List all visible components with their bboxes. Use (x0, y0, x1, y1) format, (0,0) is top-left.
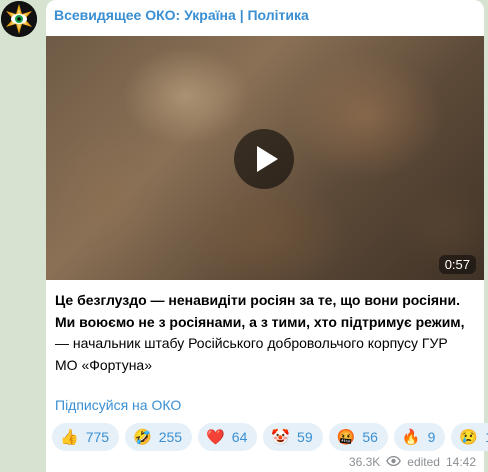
reaction-count: 775 (85, 429, 110, 445)
cursing-face-icon: 🤬 (336, 428, 356, 446)
edited-label: edited (407, 455, 440, 469)
reaction-rofl[interactable]: 🤣 255 (125, 423, 193, 451)
rofl-icon: 🤣 (133, 428, 152, 446)
reaction-count: 56 (362, 429, 378, 445)
channel-name[interactable]: Всевидящее ОКО: Україна | Політика (54, 7, 309, 23)
message-text: Це безглуздо — ненавидіти росіян за те, … (55, 290, 473, 376)
heart-icon: ❤️ (206, 428, 225, 446)
clown-icon: 🤡 (271, 428, 291, 446)
message-meta: 36.3K edited 14:42 (349, 455, 476, 469)
subscribe-link[interactable]: Підписуйся на ОКО (55, 397, 181, 413)
message-bold-text: Це безглуздо — ненавидіти росіян за те, … (55, 292, 465, 330)
video-player[interactable]: 0:57 (46, 36, 484, 280)
play-icon (257, 146, 278, 172)
reaction-fire[interactable]: 🔥 9 (393, 423, 446, 451)
eye-logo-icon (1, 1, 37, 37)
reaction-cursing[interactable]: 🤬 56 (328, 423, 388, 451)
reactions-bar: 👍 775 🤣 255 ❤️ 64 🤡 59 🤬 56 🔥 9 😢 1 (52, 423, 488, 451)
reaction-clown[interactable]: 🤡 59 (263, 423, 323, 451)
reaction-count: 9 (427, 429, 436, 445)
video-duration: 0:57 (438, 255, 476, 274)
reaction-heart[interactable]: ❤️ 64 (198, 423, 258, 451)
reaction-count: 64 (231, 429, 248, 445)
fire-icon: 🔥 (401, 428, 421, 446)
crying-face-icon: 😢 (459, 428, 479, 446)
message-time: 14:42 (445, 455, 476, 469)
reaction-thumbs-up[interactable]: 👍 775 (52, 423, 120, 451)
reaction-crying[interactable]: 😢 1 (451, 423, 488, 451)
eye-icon (386, 455, 402, 469)
reaction-count: 255 (158, 429, 183, 445)
message-plain-text: — начальник штабу Російського добровольч… (55, 335, 448, 373)
message-bubble: Всевидящее ОКО: Україна | Політика 0:57 … (46, 0, 488, 472)
play-button[interactable] (234, 129, 294, 189)
channel-avatar[interactable] (1, 1, 37, 37)
view-count: 36.3K (348, 455, 381, 469)
reaction-count: 59 (297, 429, 313, 445)
thumbs-up-icon: 👍 (60, 428, 79, 446)
